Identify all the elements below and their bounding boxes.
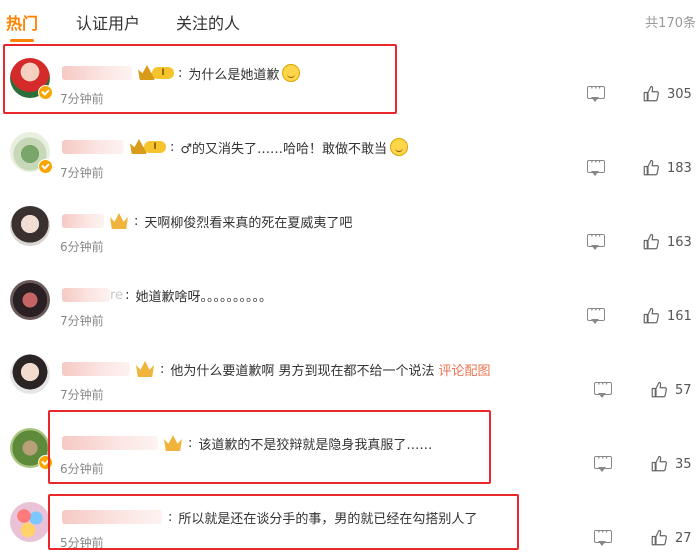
like-button[interactable]: 163 xyxy=(642,231,692,253)
comment-icon[interactable] xyxy=(594,377,612,398)
avatar[interactable] xyxy=(10,502,50,542)
username[interactable] xyxy=(62,140,124,154)
crown-badge-icon xyxy=(110,213,128,229)
username[interactable] xyxy=(62,214,104,228)
comment-item: : 所以就是还在谈分手的事，男的就已经在勾搭别人了 5分钟前 27 xyxy=(0,494,700,557)
verified-badge-icon xyxy=(38,159,53,174)
like-count: 163 xyxy=(667,234,692,250)
comment-tabs: 热门 认证用户 关注的人 共170条 xyxy=(0,0,700,44)
comment-icon[interactable] xyxy=(587,303,605,324)
crown-badge-icon xyxy=(136,361,154,377)
comment-text: 她道歉啥呀。。。。。。。。。。 xyxy=(135,289,272,305)
avatar[interactable] xyxy=(10,58,53,100)
like-count: 183 xyxy=(667,160,692,176)
timestamp: 7分钟前 xyxy=(60,388,104,402)
laugh-emoji-icon xyxy=(390,138,409,156)
thumbs-up-icon xyxy=(643,233,659,250)
avatar[interactable] xyxy=(10,280,50,320)
crown-badge-icon: I xyxy=(130,138,166,156)
verified-badge-icon xyxy=(38,85,53,100)
smile-emoji-icon xyxy=(282,64,301,82)
thumbs-up-icon xyxy=(651,381,667,398)
comment-icon[interactable] xyxy=(587,81,605,102)
like-button[interactable]: 27 xyxy=(650,527,692,549)
comment-item: I : ♂的又消失了……哈哈！敢做不敢当 7分钟前 183 xyxy=(0,124,700,198)
like-count: 161 xyxy=(667,308,692,324)
timestamp: 7分钟前 xyxy=(60,166,104,180)
username[interactable] xyxy=(62,436,158,450)
username[interactable] xyxy=(62,510,162,524)
comment-icon[interactable] xyxy=(594,451,612,472)
comment-item: : 天啊柳俊烈看来真的死在夏威夷了吧 6分钟前 163 xyxy=(0,198,700,272)
tab-hot[interactable]: 热门 xyxy=(6,10,38,42)
comment-text: ♂的又消失了……哈哈！敢做不敢当 xyxy=(180,141,388,157)
comment-text: 为什么是她道歉 xyxy=(188,67,280,83)
timestamp: 7分钟前 xyxy=(60,314,104,328)
username[interactable] xyxy=(62,362,130,376)
like-button[interactable]: 35 xyxy=(650,453,692,475)
timestamp: 7分钟前 xyxy=(60,92,104,106)
username[interactable] xyxy=(62,288,110,302)
timestamp: 6分钟前 xyxy=(60,462,104,476)
crown-badge-icon xyxy=(164,435,182,451)
comment-count: 共170条 xyxy=(645,16,696,31)
thumbs-up-icon xyxy=(651,529,667,546)
crown-badge-icon: I xyxy=(138,64,174,82)
thumbs-up-icon xyxy=(651,455,667,472)
avatar[interactable] xyxy=(10,132,53,174)
avatar[interactable] xyxy=(10,428,53,470)
comment-text: 所以就是还在谈分手的事，男的就已经在勾搭别人了 xyxy=(178,511,478,527)
like-count: 35 xyxy=(675,456,692,472)
timestamp: 6分钟前 xyxy=(60,240,104,254)
comment-text: 天啊柳俊烈看来真的死在夏威夷了吧 xyxy=(144,215,353,231)
timestamp: 5分钟前 xyxy=(60,536,104,550)
tab-following[interactable]: 关注的人 xyxy=(176,10,240,34)
like-button[interactable]: 57 xyxy=(650,379,692,401)
tab-verified-users[interactable]: 认证用户 xyxy=(76,10,140,34)
comment-icon[interactable] xyxy=(587,229,605,250)
comment-item: : 该道歉的不是狡辩就是隐身我真服了…… 6分钟前 35 xyxy=(0,420,700,494)
comment-image-link[interactable]: 评论配图 xyxy=(439,360,491,379)
thumbs-up-icon xyxy=(643,85,659,102)
username[interactable] xyxy=(62,66,132,80)
comment-icon[interactable] xyxy=(587,155,605,176)
thumbs-up-icon xyxy=(643,307,659,324)
comment-icon[interactable] xyxy=(594,525,612,546)
like-count: 57 xyxy=(675,382,692,398)
comment-item: : 他为什么要道歉啊 男方到现在都不给一个说法 评论配图 7分钟前 57 xyxy=(0,346,700,420)
thumbs-up-icon xyxy=(643,159,659,176)
comment-item: I : 为什么是她道歉 7分钟前 305 xyxy=(0,50,700,124)
like-button[interactable]: 183 xyxy=(642,157,692,179)
avatar[interactable] xyxy=(10,354,50,394)
avatar[interactable] xyxy=(10,206,50,246)
comment-text: 他为什么要道歉啊 男方到现在都不给一个说法 xyxy=(170,363,435,379)
comment-text: 该道歉的不是狡辩就是隐身我真服了…… xyxy=(198,437,433,453)
like-button[interactable]: 305 xyxy=(642,83,692,105)
username-suffix: re xyxy=(110,287,124,303)
comment-item: re : 她道歉啥呀。。。。。。。。。。 7分钟前 161 xyxy=(0,272,700,346)
like-count: 27 xyxy=(675,530,692,546)
verified-badge-icon xyxy=(38,455,53,470)
like-button[interactable]: 161 xyxy=(642,305,692,327)
like-count: 305 xyxy=(667,86,692,102)
